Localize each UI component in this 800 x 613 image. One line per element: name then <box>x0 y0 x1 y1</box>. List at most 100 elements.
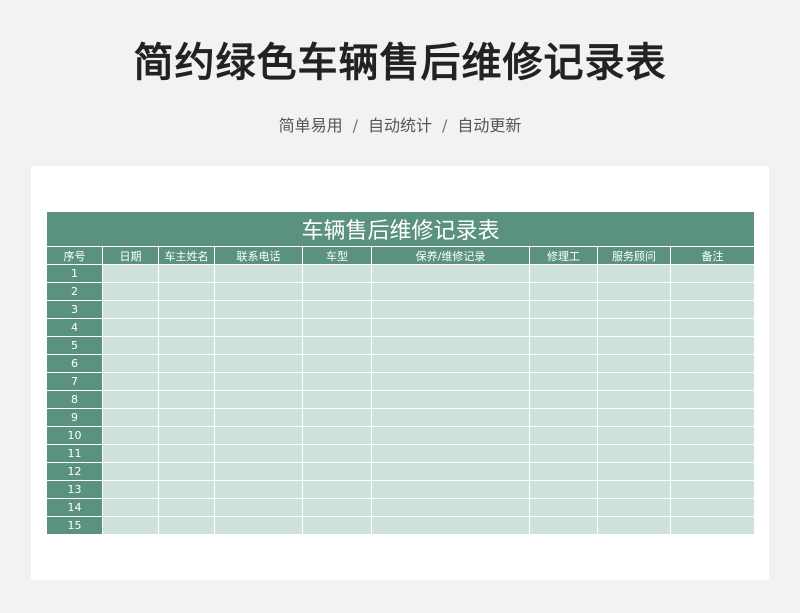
date-cell[interactable] <box>102 426 159 445</box>
phone-cell[interactable] <box>214 480 303 499</box>
notes-cell[interactable] <box>669 408 756 427</box>
date-cell[interactable] <box>102 408 159 427</box>
maintenance-record-cell[interactable] <box>371 336 530 355</box>
maintenance-record-cell[interactable] <box>371 408 530 427</box>
phone-cell[interactable] <box>214 408 303 427</box>
car-model-cell[interactable] <box>302 318 372 337</box>
notes-cell[interactable] <box>669 372 756 391</box>
car-model-cell[interactable] <box>302 336 372 355</box>
owner-name-cell[interactable] <box>158 462 215 481</box>
notes-cell[interactable] <box>669 426 756 445</box>
car-model-cell[interactable] <box>302 516 372 535</box>
service-advisor-cell[interactable] <box>597 462 671 481</box>
date-cell[interactable] <box>102 318 159 337</box>
phone-cell[interactable] <box>214 336 303 355</box>
phone-cell[interactable] <box>214 318 303 337</box>
car-model-cell[interactable] <box>302 462 372 481</box>
mechanic-cell[interactable] <box>529 408 598 427</box>
owner-name-cell[interactable] <box>158 354 215 373</box>
mechanic-cell[interactable] <box>529 300 598 319</box>
maintenance-record-cell[interactable] <box>371 282 530 301</box>
service-advisor-cell[interactable] <box>597 318 671 337</box>
notes-cell[interactable] <box>669 318 756 337</box>
service-advisor-cell[interactable] <box>597 516 671 535</box>
car-model-cell[interactable] <box>302 390 372 409</box>
owner-name-cell[interactable] <box>158 390 215 409</box>
date-cell[interactable] <box>102 390 159 409</box>
date-cell[interactable] <box>102 264 159 283</box>
date-cell[interactable] <box>102 336 159 355</box>
mechanic-cell[interactable] <box>529 264 598 283</box>
notes-cell[interactable] <box>669 300 756 319</box>
date-cell[interactable] <box>102 300 159 319</box>
notes-cell[interactable] <box>669 444 756 463</box>
maintenance-record-cell[interactable] <box>371 444 530 463</box>
car-model-cell[interactable] <box>302 372 372 391</box>
maintenance-record-cell[interactable] <box>371 354 530 373</box>
service-advisor-cell[interactable] <box>597 354 671 373</box>
mechanic-cell[interactable] <box>529 282 598 301</box>
mechanic-cell[interactable] <box>529 516 598 535</box>
phone-cell[interactable] <box>214 354 303 373</box>
owner-name-cell[interactable] <box>158 282 215 301</box>
notes-cell[interactable] <box>669 480 756 499</box>
phone-cell[interactable] <box>214 300 303 319</box>
car-model-cell[interactable] <box>302 426 372 445</box>
mechanic-cell[interactable] <box>529 498 598 517</box>
date-cell[interactable] <box>102 462 159 481</box>
owner-name-cell[interactable] <box>158 408 215 427</box>
maintenance-record-cell[interactable] <box>371 516 530 535</box>
maintenance-record-cell[interactable] <box>371 300 530 319</box>
car-model-cell[interactable] <box>302 480 372 499</box>
owner-name-cell[interactable] <box>158 372 215 391</box>
date-cell[interactable] <box>102 354 159 373</box>
service-advisor-cell[interactable] <box>597 408 671 427</box>
service-advisor-cell[interactable] <box>597 336 671 355</box>
owner-name-cell[interactable] <box>158 264 215 283</box>
date-cell[interactable] <box>102 480 159 499</box>
phone-cell[interactable] <box>214 282 303 301</box>
maintenance-record-cell[interactable] <box>371 480 530 499</box>
phone-cell[interactable] <box>214 264 303 283</box>
service-advisor-cell[interactable] <box>597 390 671 409</box>
car-model-cell[interactable] <box>302 444 372 463</box>
mechanic-cell[interactable] <box>529 390 598 409</box>
maintenance-record-cell[interactable] <box>371 390 530 409</box>
service-advisor-cell[interactable] <box>597 498 671 517</box>
owner-name-cell[interactable] <box>158 318 215 337</box>
date-cell[interactable] <box>102 444 159 463</box>
phone-cell[interactable] <box>214 462 303 481</box>
service-advisor-cell[interactable] <box>597 372 671 391</box>
service-advisor-cell[interactable] <box>597 282 671 301</box>
mechanic-cell[interactable] <box>529 462 598 481</box>
date-cell[interactable] <box>102 498 159 517</box>
mechanic-cell[interactable] <box>529 444 598 463</box>
notes-cell[interactable] <box>669 264 756 283</box>
service-advisor-cell[interactable] <box>597 444 671 463</box>
phone-cell[interactable] <box>214 498 303 517</box>
notes-cell[interactable] <box>669 462 756 481</box>
notes-cell[interactable] <box>669 282 756 301</box>
mechanic-cell[interactable] <box>529 372 598 391</box>
service-advisor-cell[interactable] <box>597 300 671 319</box>
date-cell[interactable] <box>102 372 159 391</box>
mechanic-cell[interactable] <box>529 426 598 445</box>
mechanic-cell[interactable] <box>529 480 598 499</box>
owner-name-cell[interactable] <box>158 300 215 319</box>
date-cell[interactable] <box>102 282 159 301</box>
car-model-cell[interactable] <box>302 300 372 319</box>
owner-name-cell[interactable] <box>158 444 215 463</box>
car-model-cell[interactable] <box>302 264 372 283</box>
maintenance-record-cell[interactable] <box>371 372 530 391</box>
maintenance-record-cell[interactable] <box>371 318 530 337</box>
service-advisor-cell[interactable] <box>597 480 671 499</box>
car-model-cell[interactable] <box>302 354 372 373</box>
maintenance-record-cell[interactable] <box>371 498 530 517</box>
owner-name-cell[interactable] <box>158 498 215 517</box>
mechanic-cell[interactable] <box>529 354 598 373</box>
mechanic-cell[interactable] <box>529 336 598 355</box>
notes-cell[interactable] <box>669 498 756 517</box>
owner-name-cell[interactable] <box>158 516 215 535</box>
phone-cell[interactable] <box>214 372 303 391</box>
owner-name-cell[interactable] <box>158 480 215 499</box>
